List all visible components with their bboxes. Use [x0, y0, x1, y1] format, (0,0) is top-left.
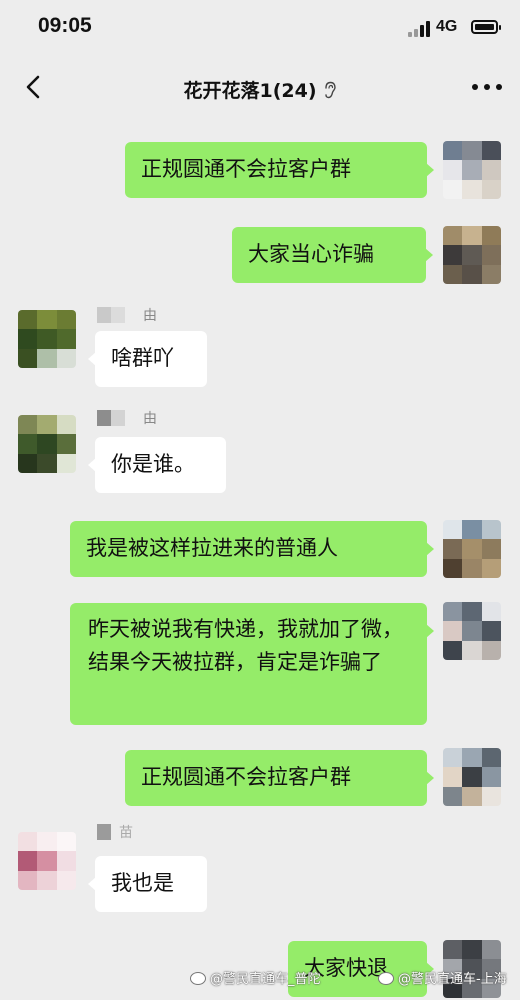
chat-title: 花开花落1(24): [0, 76, 520, 103]
sender-name-text: 由: [143, 411, 157, 427]
watermark-left: @警民直通车_普陀: [190, 968, 321, 987]
avatar[interactable]: [443, 520, 501, 578]
message-bubble-received[interactable]: 啥群吖: [88, 331, 207, 387]
signal-icon: [408, 21, 432, 37]
sender-name: 由: [97, 305, 177, 325]
status-bar: 09:05 4G: [0, 0, 520, 58]
message-bubble-sent[interactable]: 大家当心诈骗: [232, 227, 433, 283]
weibo-icon: [378, 972, 394, 985]
network-type: 4G: [436, 18, 458, 35]
message-bubble-received[interactable]: 你是谁。: [88, 437, 226, 493]
message-bubble-sent[interactable]: 昨天被说我有快递，我就加了微，结果今天被拉群，肯定是诈骗了: [70, 603, 434, 725]
more-dots-icon[interactable]: [472, 84, 502, 92]
message-bubble-received[interactable]: 我也是: [88, 856, 207, 912]
avatar[interactable]: [443, 748, 501, 806]
watermark-right-text: @警民直通车-上海: [398, 972, 507, 987]
watermark-right: @警民直通车-上海: [378, 968, 507, 987]
weibo-icon: [190, 972, 206, 985]
status-time: 09:05: [38, 14, 92, 37]
avatar[interactable]: [18, 310, 76, 368]
avatar[interactable]: [443, 226, 501, 284]
avatar[interactable]: [18, 832, 76, 890]
sender-name: 苗: [97, 822, 177, 842]
chat-header: 花开花落1(24): [0, 58, 520, 120]
sender-name-text: 苗: [119, 825, 133, 841]
message-bubble-sent[interactable]: 正规圆通不会拉客户群: [125, 142, 434, 198]
avatar[interactable]: [18, 415, 76, 473]
watermark-left-text: @警民直通车_普陀: [210, 972, 321, 987]
message-bubble-sent[interactable]: 正规圆通不会拉客户群: [125, 750, 434, 806]
chat-title-text: 花开花落1(24): [183, 80, 317, 102]
message-bubble-sent[interactable]: 我是被这样拉进来的普通人: [70, 521, 434, 577]
battery-icon: [471, 20, 501, 34]
avatar[interactable]: [443, 602, 501, 660]
ear-icon: [324, 81, 336, 99]
sender-name-text: 由: [143, 308, 157, 324]
avatar[interactable]: [443, 141, 501, 199]
sender-name: 由: [97, 408, 177, 428]
